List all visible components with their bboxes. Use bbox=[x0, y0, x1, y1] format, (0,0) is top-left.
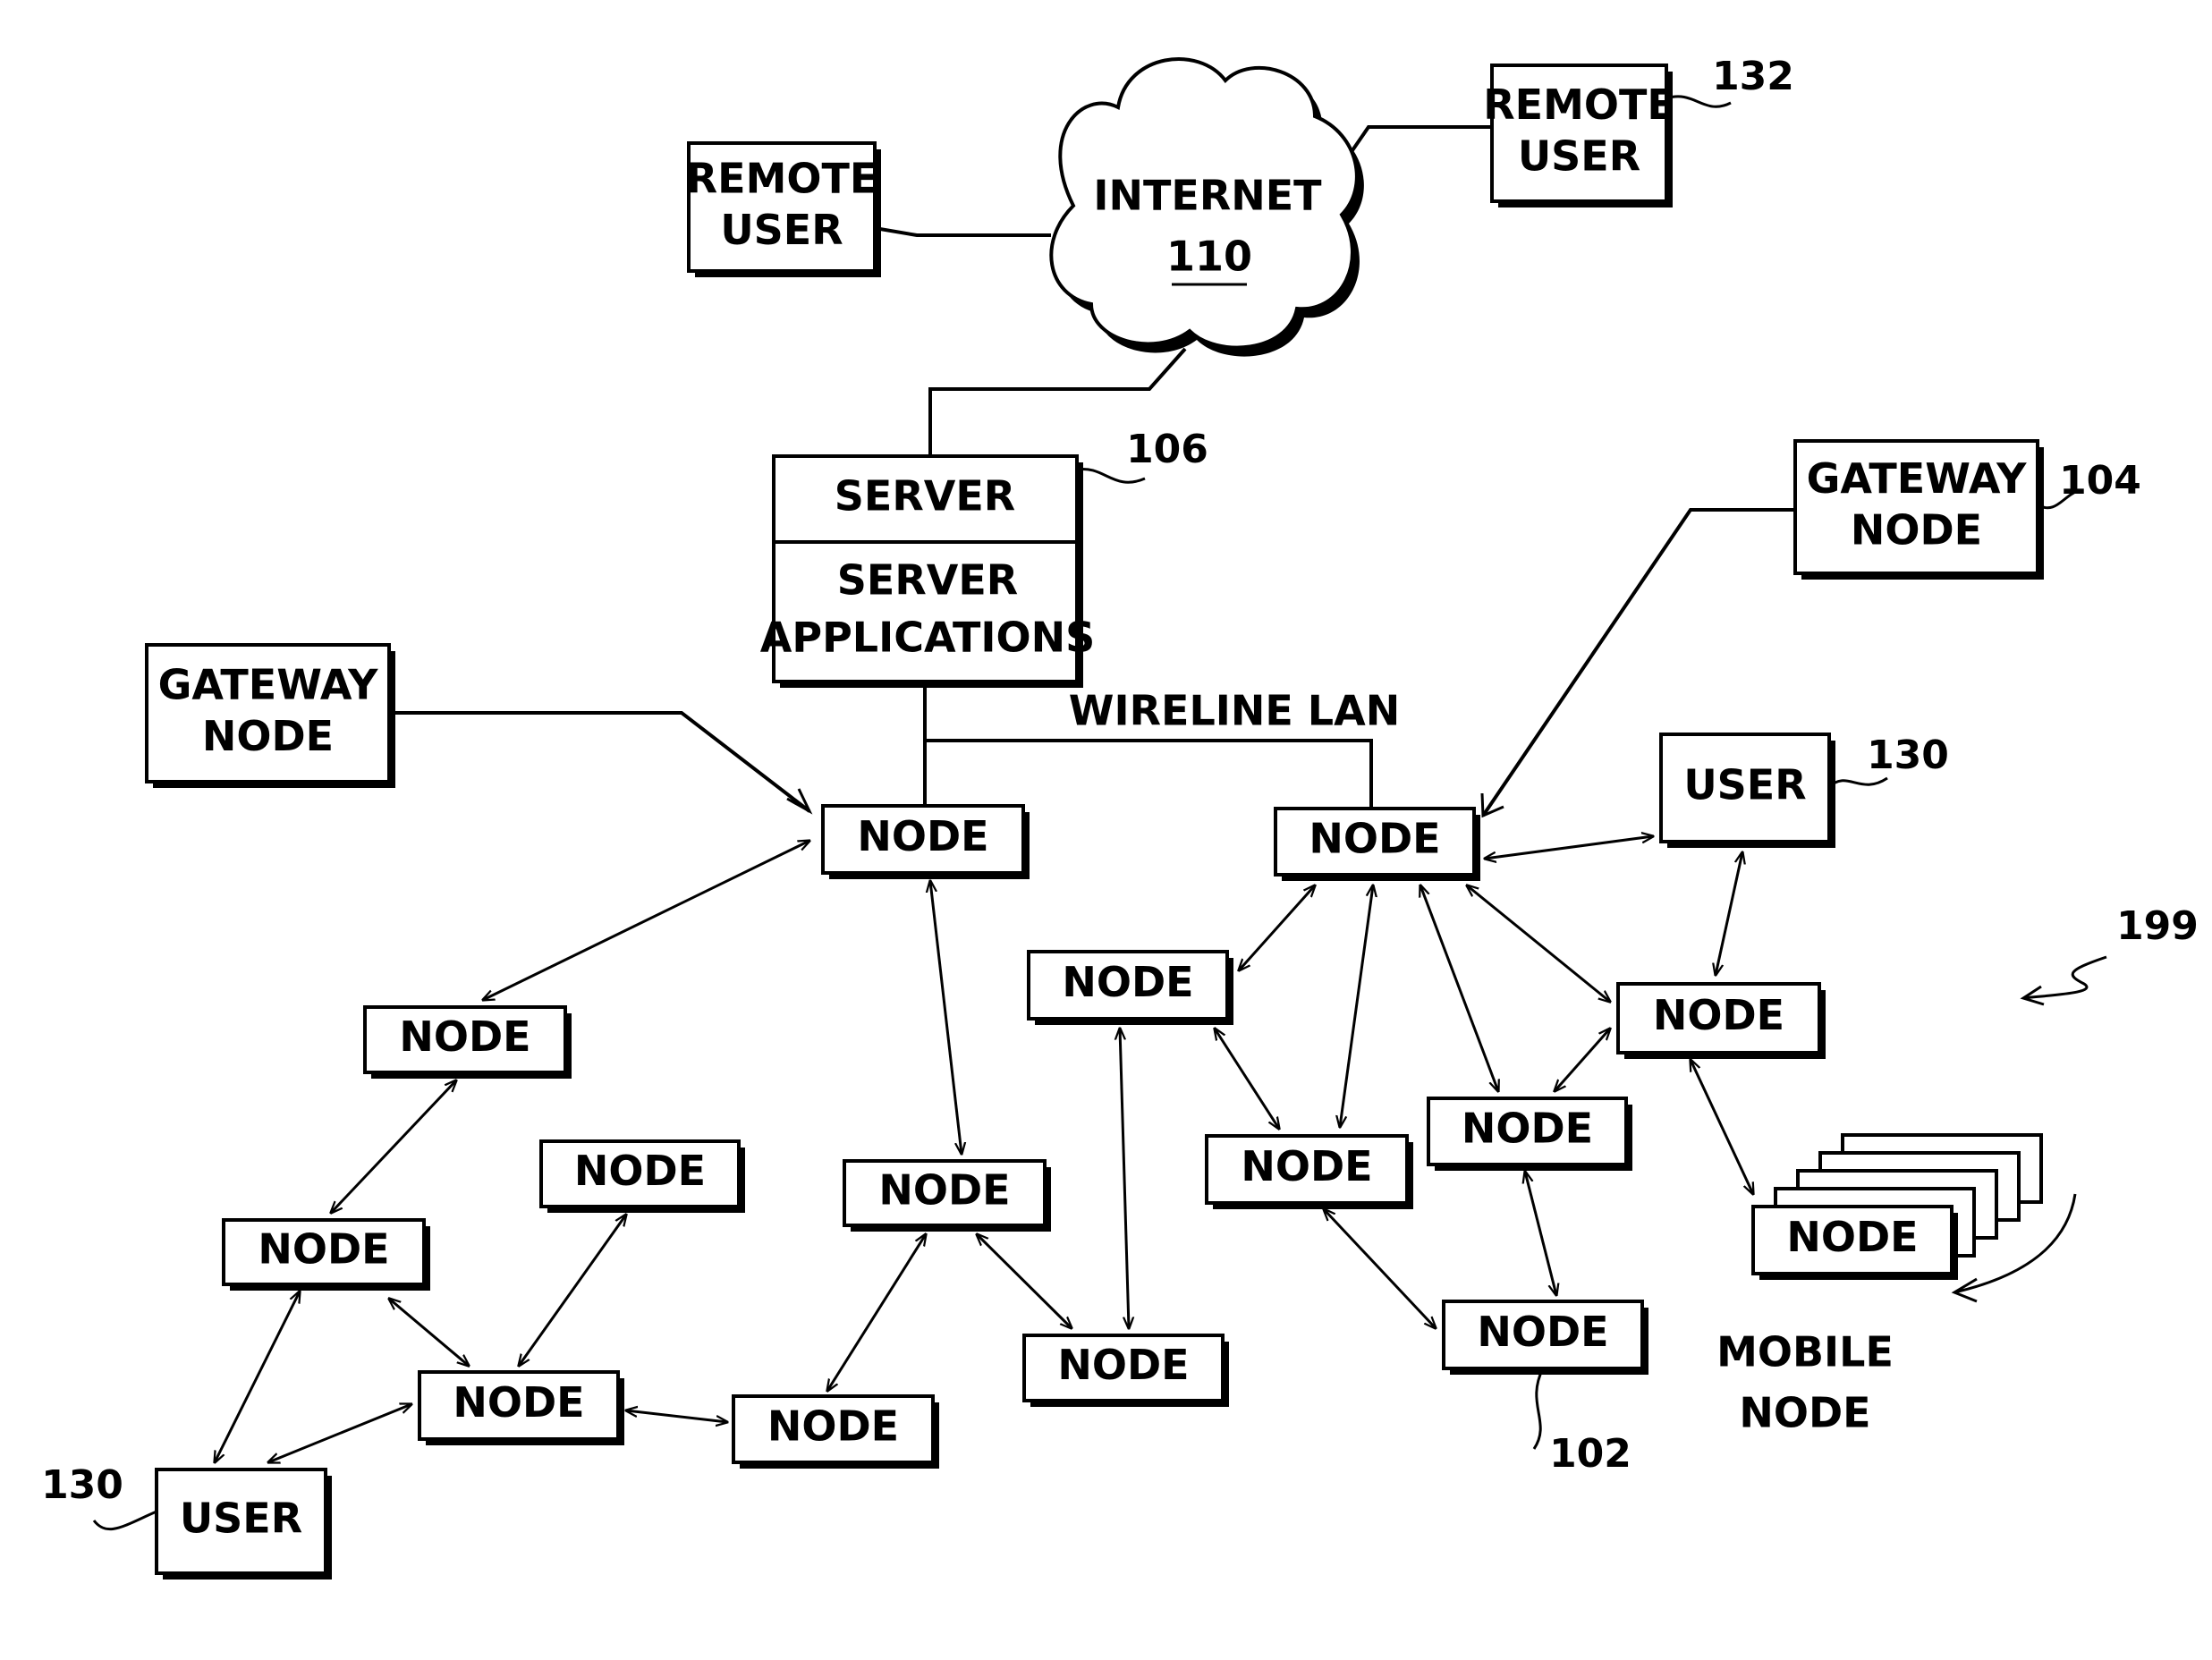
remote-left-link bbox=[874, 226, 1051, 237]
internet-label: INTERNET bbox=[1093, 172, 1322, 220]
wireline-lan bbox=[925, 739, 1373, 809]
server-box[interactable]: SERVER SERVER APPLICATIONS bbox=[760, 454, 1095, 688]
node-box-label: NODE bbox=[453, 1378, 584, 1427]
node-m-user-left bbox=[268, 1404, 411, 1462]
user-box-right[interactable]: USER bbox=[1659, 733, 1835, 848]
node-box[interactable]: NODE bbox=[222, 1218, 430, 1291]
gateway-left-link bbox=[389, 711, 811, 813]
node-box-label: NODE bbox=[767, 1402, 899, 1451]
node-box[interactable]: NODE bbox=[1274, 807, 1480, 881]
node-a-node-e bbox=[483, 841, 809, 1000]
internet-cloud: INTERNET 110 bbox=[1049, 57, 1364, 357]
node-b-node-f bbox=[1420, 885, 1498, 1091]
remote-user-right-label: REMOTE bbox=[1483, 80, 1675, 129]
gateway-node-right-label: NODE bbox=[1851, 505, 1982, 554]
node-d-mobile bbox=[1691, 1060, 1753, 1194]
node-box[interactable]: NODE bbox=[363, 1005, 572, 1079]
ref-132: 132 bbox=[1712, 54, 1794, 99]
node-box-label: NODE bbox=[1241, 1142, 1372, 1190]
ref-130-right: 130 bbox=[1867, 733, 1949, 778]
node-h-node-m bbox=[519, 1215, 626, 1366]
ref-102: 102 bbox=[1549, 1431, 1631, 1477]
node-b-node-g bbox=[1340, 885, 1373, 1127]
user-box-right-label: USER bbox=[1683, 761, 1806, 809]
mobile-node-label: NODE bbox=[1739, 1389, 1870, 1437]
ref-130-right-leader bbox=[1827, 776, 1888, 789]
ref-199: 199 bbox=[2116, 903, 2199, 949]
ref-106: 106 bbox=[1126, 427, 1208, 472]
node-box-label: NODE bbox=[1462, 1105, 1593, 1153]
mobile-node-front[interactable]: NODE bbox=[1751, 1205, 1958, 1280]
node-a-node-i bbox=[930, 881, 962, 1154]
gateway-node-right[interactable]: GATEWAYNODE bbox=[1793, 439, 2044, 580]
gateway-node-left-label: NODE bbox=[202, 712, 334, 760]
node-e-node-j bbox=[331, 1080, 456, 1213]
remote-user-right[interactable]: REMOTEUSER bbox=[1483, 64, 1675, 208]
server-apps-label: APPLICATIONS bbox=[760, 614, 1095, 662]
node-box-label: NODE bbox=[878, 1166, 1010, 1215]
node-m-node-n bbox=[626, 1410, 727, 1422]
node-box-label: NODE bbox=[857, 812, 988, 860]
node-b-node-c bbox=[1239, 885, 1315, 970]
node-f-node-l bbox=[1525, 1172, 1556, 1295]
node-i-node-n bbox=[827, 1234, 926, 1391]
node-box[interactable]: NODE bbox=[1205, 1134, 1413, 1209]
remote-user-left[interactable]: REMOTEUSER bbox=[686, 141, 881, 277]
node-j-user-left bbox=[215, 1292, 300, 1462]
gateway-node-left-label: GATEWAY bbox=[158, 660, 378, 708]
server-title: SERVER bbox=[835, 472, 1015, 521]
internet-ref: 110 bbox=[1166, 233, 1252, 281]
ref-104: 104 bbox=[2059, 458, 2141, 504]
node-c-node-g bbox=[1215, 1029, 1279, 1129]
server-apps-label: SERVER bbox=[837, 556, 1018, 605]
wireline-lan-label: WIRELINE LAN bbox=[1069, 687, 1400, 735]
node-box[interactable]: NODE bbox=[418, 1370, 624, 1445]
node-box[interactable]: NODE bbox=[539, 1139, 745, 1213]
node-box[interactable]: NODE bbox=[843, 1159, 1051, 1232]
remote-user-left-label: REMOTE bbox=[686, 154, 878, 202]
node-box[interactable]: NODE bbox=[1027, 950, 1233, 1025]
node-box-label: NODE bbox=[399, 1012, 530, 1061]
node-box[interactable]: NODE bbox=[1442, 1300, 1648, 1375]
remote-user-right-label: USER bbox=[1518, 131, 1640, 180]
node-box-label: NODE bbox=[1062, 958, 1193, 1006]
mobile-node-label: MOBILE bbox=[1716, 1328, 1894, 1376]
ref-199-leader bbox=[2022, 955, 2107, 1000]
node-box[interactable]: NODE bbox=[1427, 1097, 1632, 1171]
node-j-node-m bbox=[389, 1299, 469, 1366]
node-box[interactable]: NODE bbox=[1022, 1334, 1229, 1407]
node-box-label: NODE bbox=[258, 1225, 389, 1274]
ref-130-left-leader bbox=[92, 1510, 157, 1530]
node-b-node-d bbox=[1467, 885, 1610, 1002]
gateway-node-left[interactable]: GATEWAYNODE bbox=[145, 643, 395, 788]
node-box[interactable]: NODE bbox=[732, 1394, 939, 1469]
user-right-node-d bbox=[1716, 852, 1742, 975]
ref-102-leader bbox=[1532, 1368, 1545, 1450]
remote-user-left-label: USER bbox=[720, 206, 843, 254]
node-box-label: NODE bbox=[574, 1147, 706, 1195]
node-box-label: NODE bbox=[1653, 991, 1784, 1039]
node-box-label: NODE bbox=[1057, 1341, 1189, 1389]
gateway-node-right-label: GATEWAY bbox=[1807, 454, 2027, 503]
node-box-label: NODE bbox=[1477, 1308, 1608, 1356]
user-box-left[interactable]: USER bbox=[155, 1468, 332, 1580]
node-i-node-k bbox=[977, 1234, 1072, 1328]
node-d-node-f bbox=[1555, 1029, 1610, 1091]
user-box-left-label: USER bbox=[180, 1495, 302, 1543]
node-box[interactable]: NODE bbox=[821, 804, 1030, 879]
node-b-user-right bbox=[1485, 836, 1653, 859]
node-c-node-k bbox=[1120, 1029, 1129, 1328]
node-box-label: NODE bbox=[1309, 815, 1440, 863]
network-diagram: INTERNET 110 REMOTE USER REMOTE USER SERVER SER… bbox=[0, 0, 2212, 1656]
node-box[interactable]: NODE bbox=[1616, 982, 1826, 1059]
node-g-node-l bbox=[1324, 1209, 1436, 1328]
ref-130-left: 130 bbox=[41, 1462, 123, 1508]
mobile-node-front-label: NODE bbox=[1786, 1213, 1918, 1261]
